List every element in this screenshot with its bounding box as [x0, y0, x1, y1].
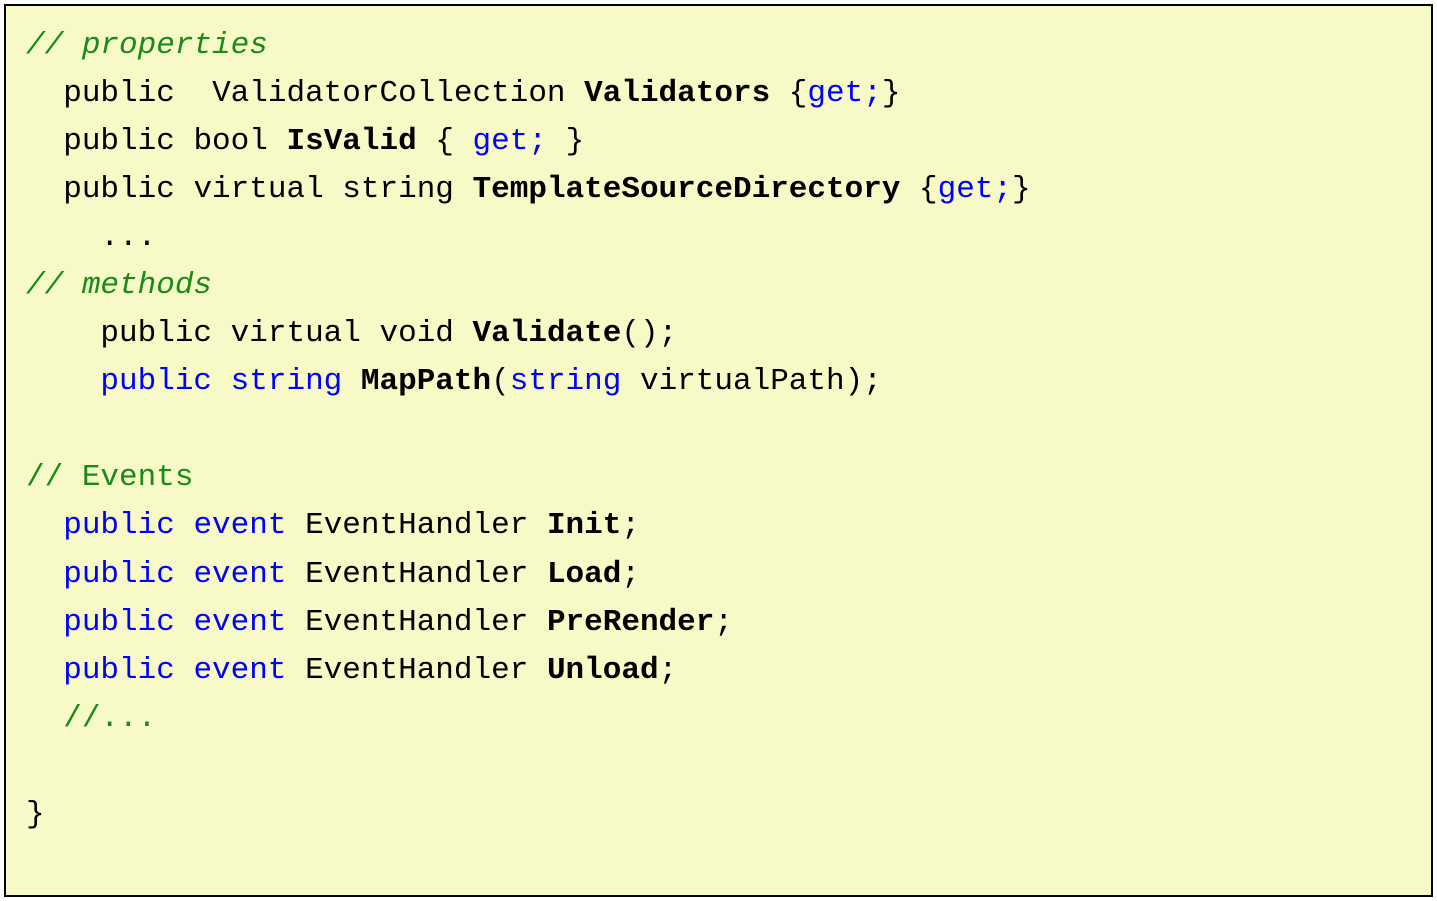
comment-properties: // properties: [26, 28, 268, 63]
comment-events: // Events: [26, 460, 193, 495]
code-line-10: // Events: [26, 460, 193, 495]
code-line-2: public ValidatorCollection Validators {g…: [26, 76, 900, 111]
code-line-1: // properties: [26, 28, 268, 63]
code-line-6: // methods: [26, 268, 212, 303]
code-line-13: public event EventHandler PreRender;: [26, 605, 733, 640]
comment-methods: // methods: [26, 268, 212, 303]
code-line-15: //...: [26, 701, 156, 736]
code-line-8: public string MapPath(string virtualPath…: [26, 364, 882, 399]
code-line-5: ...: [26, 220, 156, 255]
code-line-12: public event EventHandler Load;: [26, 557, 640, 592]
code-line-3: public bool IsValid { get; }: [26, 124, 584, 159]
code-line-11: public event EventHandler Init;: [26, 508, 640, 543]
code-line-7: public virtual void Validate();: [26, 316, 677, 351]
code-line-14: public event EventHandler Unload;: [26, 653, 677, 688]
code-block: // properties public ValidatorCollection…: [4, 4, 1433, 897]
code-line-17: }: [26, 797, 45, 832]
comment-ellipsis: //...: [63, 701, 156, 736]
code-line-4: public virtual string TemplateSourceDire…: [26, 172, 1031, 207]
